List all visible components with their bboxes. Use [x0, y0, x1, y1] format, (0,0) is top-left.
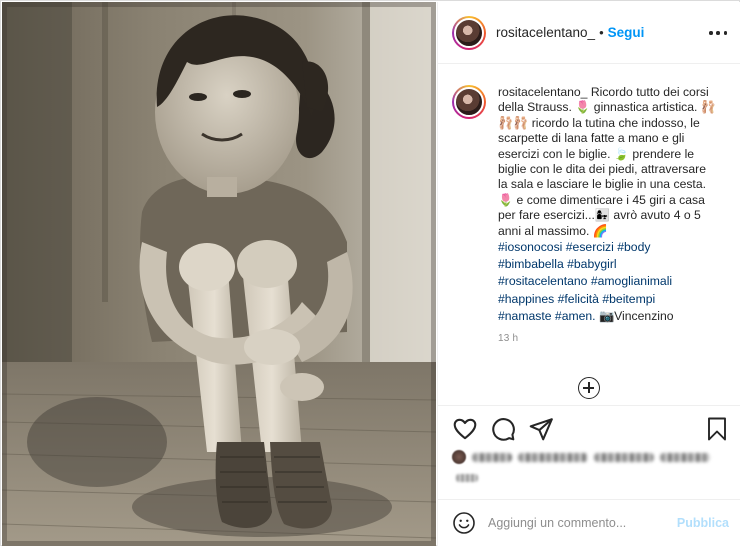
- comment-bar: Pubblica: [438, 499, 740, 546]
- more-dot: [709, 31, 713, 35]
- liker-avatar: [452, 450, 466, 464]
- blurred-text: [660, 452, 710, 462]
- hashtag-link[interactable]: #beitempi: [602, 292, 655, 306]
- bookmark-icon[interactable]: [705, 416, 729, 442]
- hashtag-link[interactable]: #namaste: [498, 309, 552, 323]
- header-username[interactable]: rositacelentano_: [496, 25, 595, 40]
- publish-button[interactable]: Pubblica: [677, 516, 729, 530]
- post-date-blurred: [456, 474, 478, 482]
- caption-body: Ricordo tutto dei corsi della Strauss. 🌷…: [498, 85, 716, 238]
- hashtag-link[interactable]: #happines: [498, 292, 554, 306]
- hashtag-link[interactable]: #felicità: [558, 292, 599, 306]
- header-separator: •: [599, 25, 604, 40]
- caption-avatar[interactable]: [452, 85, 486, 119]
- heart-icon[interactable]: [452, 416, 478, 442]
- caption-username[interactable]: rositacelentano_: [498, 85, 587, 99]
- comment-icon[interactable]: [490, 416, 516, 442]
- hashtag-link[interactable]: #bimbabella: [498, 257, 564, 271]
- paper-plane-icon[interactable]: [528, 416, 554, 442]
- post-time-ago[interactable]: 13 h: [498, 333, 727, 344]
- hashtag-link[interactable]: #iosonocosi: [498, 240, 562, 254]
- caption-area: rositacelentano_ Ricordo tutto dei corsi…: [438, 65, 740, 405]
- blurred-text: [472, 452, 512, 462]
- photo-girl-sitting-image: [2, 2, 436, 546]
- blurred-text: [594, 452, 654, 462]
- hashtag-link[interactable]: #amoglianimali: [591, 274, 672, 288]
- post-photo[interactable]: [2, 2, 436, 546]
- blurred-text: [518, 452, 588, 462]
- hashtag-link[interactable]: #esercizi: [566, 240, 614, 254]
- more-dot: [723, 31, 727, 35]
- caption-hashtags: #iosonocosi #esercizi #body #bimbabella …: [498, 239, 723, 325]
- caption-row: rositacelentano_ Ricordo tutto dei corsi…: [452, 85, 727, 239]
- header-avatar[interactable]: [452, 15, 486, 50]
- post-header: rositacelentano_ • Segui: [438, 2, 740, 64]
- hashtag-link[interactable]: #body: [617, 240, 650, 254]
- load-more-comments-icon[interactable]: [578, 377, 600, 399]
- more-options-icon[interactable]: [709, 24, 727, 42]
- hashtag-link[interactable]: #amen.: [555, 309, 596, 323]
- post-side-panel: rositacelentano_ • Segui rositacelentano…: [437, 2, 740, 546]
- action-bar: [438, 405, 740, 451]
- follow-button[interactable]: Segui: [608, 25, 645, 40]
- likes-summary-blurred[interactable]: [452, 448, 727, 466]
- caption-avatar-photo: [454, 87, 484, 117]
- comment-input[interactable]: [488, 516, 668, 530]
- caption-text: rositacelentano_ Ricordo tutto dei corsi…: [498, 85, 718, 239]
- smiley-icon[interactable]: [452, 511, 476, 535]
- header-avatar-photo: [454, 17, 484, 48]
- hashtag-link[interactable]: #rositacelentano: [498, 274, 587, 288]
- hashtag-link[interactable]: #babygirl: [567, 257, 616, 271]
- more-dot: [716, 31, 720, 35]
- instagram-post-window: rositacelentano_ • Segui rositacelentano…: [0, 0, 740, 546]
- photo-credit: 📷Vincenzino: [598, 308, 674, 323]
